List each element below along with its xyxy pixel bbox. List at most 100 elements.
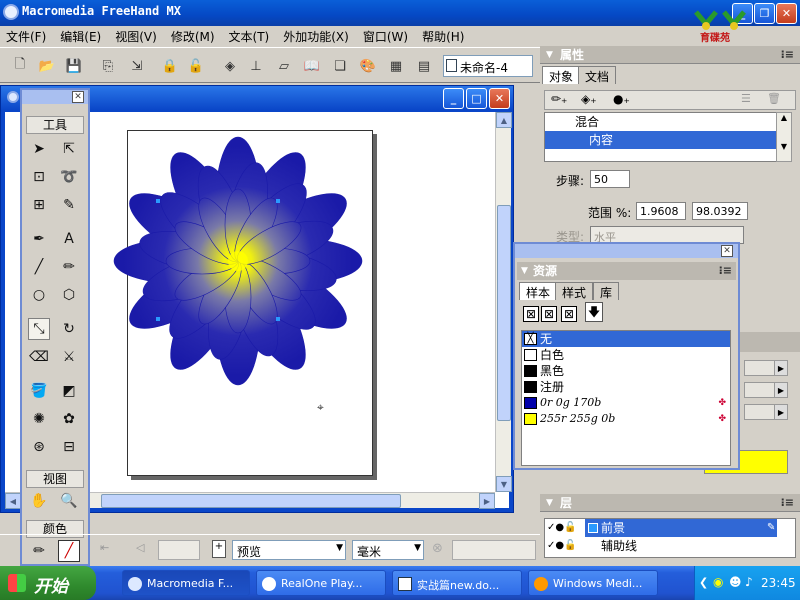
layer-row-guides[interactable]: ✓●🔓 辅助线 [545, 537, 795, 555]
scroll-down-icon[interactable]: ▼ [496, 476, 512, 492]
both-none-icon[interactable]: ⊠ [561, 306, 577, 322]
vertical-scrollbar[interactable]: ▲ ▼ [495, 112, 512, 492]
prev-page-icon[interactable]: ◁ [136, 541, 144, 554]
lasso-tool-icon[interactable]: ➰ [58, 166, 80, 188]
add-stroke-icon[interactable]: ✏₊ [551, 92, 567, 106]
eyedropper-tool-icon[interactable]: ✎ [58, 194, 80, 216]
view-mode-select[interactable]: 预览 ▼ [232, 540, 346, 560]
stroke-none-icon[interactable]: ⊠ [523, 306, 539, 322]
doc-maximize-button[interactable]: □ [466, 88, 487, 109]
menu-modify[interactable]: 修改(M) [165, 28, 223, 45]
swatch-row-none[interactable]: ╳ 无 [522, 331, 730, 347]
steps-input[interactable]: 50 [590, 170, 630, 188]
swatches-header[interactable]: ▼ 资源 ⁝≡ [517, 262, 736, 280]
spray-tool-icon[interactable]: ✿ [58, 408, 80, 430]
selection-handle[interactable] [276, 317, 280, 321]
group-icon[interactable]: ◈ [220, 56, 240, 76]
start-button[interactable]: 开始 [0, 566, 96, 600]
properties-list-scrollbar[interactable]: ▲ ▼ [776, 112, 792, 162]
selection-handle[interactable] [276, 199, 280, 203]
task-freehand[interactable]: Macromedia F... [122, 570, 250, 596]
export-icon[interactable]: ⇲ [127, 56, 147, 76]
tab-document[interactable]: 文档 [578, 66, 617, 84]
lock-icon[interactable]: 🔒 [160, 56, 180, 76]
swatch-row-registration[interactable]: 注册 [522, 379, 730, 395]
document-select[interactable]: 未命名-4 [443, 55, 533, 77]
new-document-icon[interactable]: 🗋 [10, 56, 30, 76]
check-icon[interactable]: ✓●🔓 [547, 537, 577, 555]
units-select[interactable]: 毫米 ▼ [352, 540, 424, 560]
swatch-row-yellow[interactable]: 255r 255g 0b ✤ [522, 411, 730, 427]
tray-app-icon[interactable]: ◉ [713, 575, 723, 589]
flower-blend-artwork[interactable] [108, 131, 368, 391]
task-windows-media[interactable]: Windows Medi... [528, 570, 658, 596]
selection-handle[interactable] [156, 199, 160, 203]
first-page-icon[interactable]: ⇤ [100, 541, 109, 554]
link-tool-icon[interactable]: ⊛ [28, 436, 50, 458]
list-scroll-down-icon[interactable]: ▼ [777, 142, 791, 151]
panel-options-icon[interactable]: ⁝≡ [781, 46, 794, 64]
page-tool-icon[interactable]: ⊡ [28, 166, 50, 188]
menu-help[interactable]: 帮助(H) [416, 28, 472, 45]
tab-swatches[interactable]: 样本 [519, 282, 558, 300]
pointer-tool-icon[interactable]: ➤ [28, 138, 50, 160]
check-icon[interactable]: ✓●🔓 [547, 519, 577, 537]
menu-edit[interactable]: 编辑(E) [54, 28, 109, 45]
table-icon[interactable]: ▦ [386, 56, 406, 76]
panel-options-icon[interactable]: ⁝≡ [781, 494, 794, 512]
arrow-right-icon[interactable]: ▶ [774, 404, 788, 420]
trace-tool-icon[interactable]: ⊞ [28, 194, 50, 216]
fill-none-icon[interactable]: ⊠ [541, 306, 557, 322]
tools-panel-titlebar[interactable]: ✕ [22, 90, 88, 104]
document-page[interactable] [113, 130, 373, 476]
swatch-dropdown-arrow-icon[interactable]: 🡇 [585, 302, 603, 322]
pencil-tool-icon[interactable]: ✏ [58, 256, 80, 278]
add-fill-icon[interactable]: ◈₊ [581, 92, 597, 106]
swatch-row-blue[interactable]: 0r 0g 170b ✤ [522, 395, 730, 411]
list-item-selected[interactable]: 内容 [545, 131, 791, 149]
layers-panel-header[interactable]: ▼ 层 ⁝≡ [540, 494, 800, 512]
open-folder-icon[interactable]: 📂 [37, 56, 57, 76]
layers-icon[interactable]: ❏ [330, 56, 350, 76]
fill-tool-icon[interactable]: ◩ [58, 380, 80, 402]
menu-xtras[interactable]: 外加功能(X) [277, 28, 357, 45]
trash-icon[interactable]: 🗑 [767, 92, 781, 105]
swatch-row-white[interactable]: 白色 [522, 347, 730, 363]
knife-tool-icon[interactable]: ⚔ [58, 346, 80, 368]
task-realone[interactable]: RealOne Play... [256, 570, 386, 596]
hand-tool-icon[interactable]: ✋ [28, 490, 50, 512]
swatches-panel-titlebar[interactable]: ✕ [515, 244, 738, 258]
unlock-icon[interactable]: 🔓 [186, 56, 206, 76]
scroll-right-icon[interactable]: ▶ [479, 493, 495, 509]
layer-row-foreground[interactable]: ✓●🔓 前景 ✎ [545, 519, 795, 537]
transform-icon[interactable]: ▱ [274, 56, 294, 76]
list-scroll-up-icon[interactable]: ▲ [777, 113, 791, 122]
swatch-row-black[interactable]: 黑色 [522, 363, 730, 379]
scale-tool-icon[interactable]: ⤡ [28, 318, 50, 340]
menu-window[interactable]: 窗口(W) [357, 28, 416, 45]
list-item[interactable]: 混合 [545, 113, 791, 131]
menu-file[interactable]: 文件(F) [0, 28, 54, 45]
arrow-right-icon[interactable]: ▶ [774, 360, 788, 376]
range-from-input[interactable]: 1.9608 [636, 202, 686, 220]
zoom-tool-icon[interactable]: 🔍 [58, 490, 80, 512]
text-tool-icon[interactable]: A [58, 228, 80, 250]
rotate-tool-icon[interactable]: ↻ [58, 318, 80, 340]
arrow-right-icon[interactable]: ▶ [774, 382, 788, 398]
add-page-icon[interactable]: + [212, 540, 226, 558]
tray-volume-icon[interactable]: ♪ [745, 575, 753, 589]
polygon-tool-icon[interactable]: ⬡ [58, 284, 80, 306]
tray-expand-icon[interactable]: ❮ [699, 576, 708, 589]
selection-handle[interactable] [156, 317, 160, 321]
tab-library[interactable]: 库 [593, 282, 620, 300]
range-to-input[interactable]: 98.0392 [692, 202, 748, 220]
subselect-tool-icon[interactable]: ⇱ [58, 138, 80, 160]
connector-tool-icon[interactable]: ⊟ [58, 436, 80, 458]
menu-text[interactable]: 文本(T) [223, 28, 278, 45]
page-number-field[interactable] [158, 540, 200, 560]
doc-close-button[interactable]: ✕ [489, 88, 510, 109]
paint-bucket-tool-icon[interactable]: 🪣 [28, 380, 50, 402]
vertical-scroll-thumb[interactable] [497, 205, 511, 421]
cancel-render-icon[interactable]: ⊗ [432, 541, 443, 556]
ellipse-tool-icon[interactable]: ○ [28, 284, 50, 306]
